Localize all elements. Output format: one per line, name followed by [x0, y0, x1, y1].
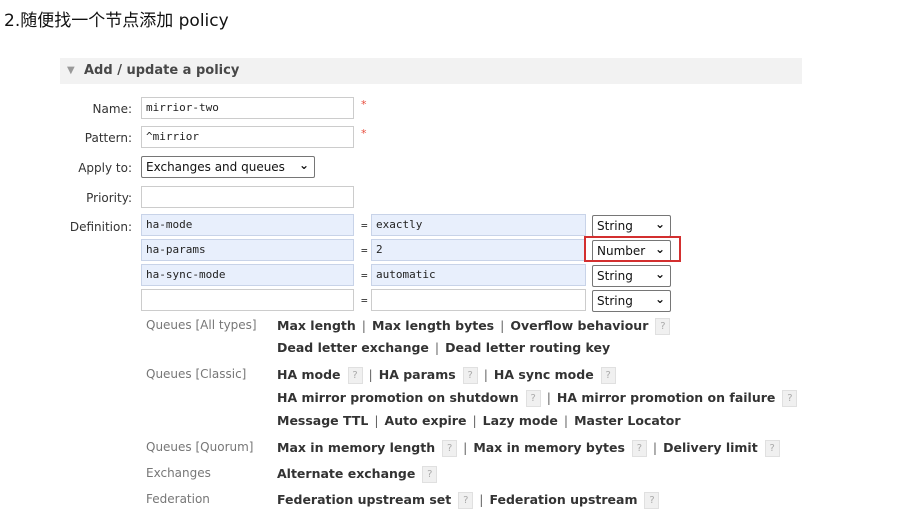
- separator: |: [368, 367, 373, 382]
- help-link-ha-mode[interactable]: HA mode: [277, 367, 341, 382]
- help-question-icon[interactable]: ?: [644, 492, 660, 509]
- help-link-federation-upstream-set[interactable]: Federation upstream set: [277, 492, 451, 507]
- section-title: Add / update a policy: [84, 63, 240, 78]
- highlight-box: [584, 236, 681, 262]
- help-line: Federation upstream set? | Federation upst…: [277, 492, 660, 509]
- definition-key-input[interactable]: [141, 289, 354, 311]
- help-link-master-locator[interactable]: Master Locator: [574, 413, 680, 428]
- help-line: Message TTL | Auto expire | Lazy mode | Master…: [277, 413, 681, 428]
- chevron-down-icon: ⌄: [654, 217, 665, 231]
- chevron-down-icon: ⌄: [654, 267, 665, 281]
- page-heading: 2.随便找一个节点添加 policy: [4, 11, 229, 31]
- help-question-icon[interactable]: ?: [525, 390, 541, 407]
- help-link-lazy-mode[interactable]: Lazy mode: [483, 413, 558, 428]
- separator: |: [472, 413, 477, 428]
- definition-key-input[interactable]: ha-mode: [141, 214, 354, 236]
- help-line: Max length | Max length bytes | Overflow beh…: [277, 318, 671, 335]
- help-link-dead-letter-routing-key[interactable]: Dead letter routing key: [445, 340, 610, 355]
- category-queues-all: Queues [All types]: [146, 318, 257, 332]
- separator: |: [361, 318, 366, 333]
- help-line: Alternate exchange?: [277, 466, 438, 483]
- separator: |: [483, 367, 488, 382]
- help-link-federation-upstream[interactable]: Federation upstream: [489, 492, 637, 507]
- help-link-ha-promotion-failure[interactable]: HA mirror promotion on failure: [557, 390, 775, 405]
- definition-type-value: String: [597, 269, 633, 283]
- pattern-label: Pattern:: [84, 131, 132, 145]
- pattern-required-mark: *: [361, 127, 367, 140]
- help-link-message-ttl[interactable]: Message TTL: [277, 413, 368, 428]
- definition-type-select[interactable]: String ⌄: [592, 290, 671, 312]
- pattern-input[interactable]: ^mirrior: [141, 126, 354, 148]
- name-required-mark: *: [361, 98, 367, 111]
- help-link-alternate-exchange[interactable]: Alternate exchange: [277, 466, 415, 481]
- definition-type-value: String: [597, 219, 633, 233]
- category-queues-classic: Queues [Classic]: [146, 367, 247, 381]
- category-federation: Federation: [146, 492, 210, 506]
- equals-sign: =: [361, 219, 368, 232]
- help-question-icon[interactable]: ?: [764, 440, 780, 457]
- help-line: Dead letter exchange | Dead letter routing…: [277, 340, 610, 355]
- definition-value-input[interactable]: [371, 289, 586, 311]
- equals-sign: =: [361, 294, 368, 307]
- help-question-icon[interactable]: ?: [631, 440, 647, 457]
- definition-type-value: String: [597, 294, 633, 308]
- separator: |: [463, 440, 468, 455]
- separator: |: [434, 340, 440, 355]
- definition-type-select[interactable]: String ⌄: [592, 215, 671, 237]
- separator: |: [479, 492, 484, 507]
- chevron-down-icon: ⌄: [654, 292, 665, 306]
- separator: |: [374, 413, 379, 428]
- help-question-icon[interactable]: ?: [782, 390, 798, 407]
- name-label: Name:: [92, 102, 132, 116]
- help-link-overflow-behaviour[interactable]: Overflow behaviour: [510, 318, 648, 333]
- definition-value-input[interactable]: 2: [371, 239, 586, 261]
- equals-sign: =: [361, 244, 368, 257]
- collapse-triangle-icon[interactable]: ▼: [67, 65, 75, 76]
- help-line: HA mode? | HA params? | HA sync mode?: [277, 367, 616, 384]
- help-question-icon[interactable]: ?: [600, 367, 616, 384]
- help-link-max-in-memory-length[interactable]: Max in memory length: [277, 440, 435, 455]
- help-question-icon[interactable]: ?: [655, 318, 671, 335]
- chevron-down-icon: ⌄: [298, 158, 309, 172]
- help-link-ha-params[interactable]: HA params: [379, 367, 456, 382]
- help-link-max-length-bytes[interactable]: Max length bytes: [372, 318, 494, 333]
- help-link-delivery-limit[interactable]: Delivery limit: [663, 440, 758, 455]
- help-question-icon[interactable]: ?: [442, 440, 458, 457]
- help-link-auto-expire[interactable]: Auto expire: [385, 413, 467, 428]
- help-link-ha-promotion-shutdown[interactable]: HA mirror promotion on shutdown: [277, 390, 519, 405]
- apply-to-label: Apply to:: [78, 161, 132, 175]
- apply-to-select[interactable]: Exchanges and queues ⌄: [141, 156, 315, 178]
- definition-key-input[interactable]: ha-sync-mode: [141, 264, 354, 286]
- help-line: Max in memory length? | Max in memory byte…: [277, 440, 780, 457]
- help-link-max-in-memory-bytes[interactable]: Max in memory bytes: [473, 440, 625, 455]
- definition-value-input[interactable]: exactly: [371, 214, 586, 236]
- definition-label: Definition:: [69, 220, 132, 234]
- priority-label: Priority:: [86, 191, 132, 205]
- separator: |: [500, 318, 505, 333]
- separator: |: [563, 413, 569, 428]
- help-question-icon[interactable]: ?: [422, 466, 438, 483]
- help-question-icon[interactable]: ?: [462, 367, 478, 384]
- equals-sign: =: [361, 269, 368, 282]
- category-queues-quorum: Queues [Quorum]: [146, 440, 254, 454]
- definition-key-input[interactable]: ha-params: [141, 239, 354, 261]
- priority-input[interactable]: [141, 186, 354, 208]
- section-header[interactable]: ▼ Add / update a policy: [60, 58, 802, 84]
- apply-to-value: Exchanges and queues: [146, 160, 285, 174]
- separator: |: [652, 440, 658, 455]
- help-question-icon[interactable]: ?: [347, 367, 363, 384]
- definition-value-input[interactable]: automatic: [371, 264, 586, 286]
- category-exchanges: Exchanges: [146, 466, 211, 480]
- help-link-max-length[interactable]: Max length: [277, 318, 356, 333]
- help-link-dead-letter-exchange[interactable]: Dead letter exchange: [277, 340, 429, 355]
- definition-type-select[interactable]: String ⌄: [592, 265, 671, 287]
- help-question-icon[interactable]: ?: [458, 492, 474, 509]
- name-input[interactable]: mirrior-two: [141, 97, 354, 119]
- help-line: HA mirror promotion on shutdown? | HA mirr…: [277, 390, 798, 407]
- separator: |: [546, 390, 551, 405]
- help-link-ha-sync-mode[interactable]: HA sync mode: [494, 367, 594, 382]
